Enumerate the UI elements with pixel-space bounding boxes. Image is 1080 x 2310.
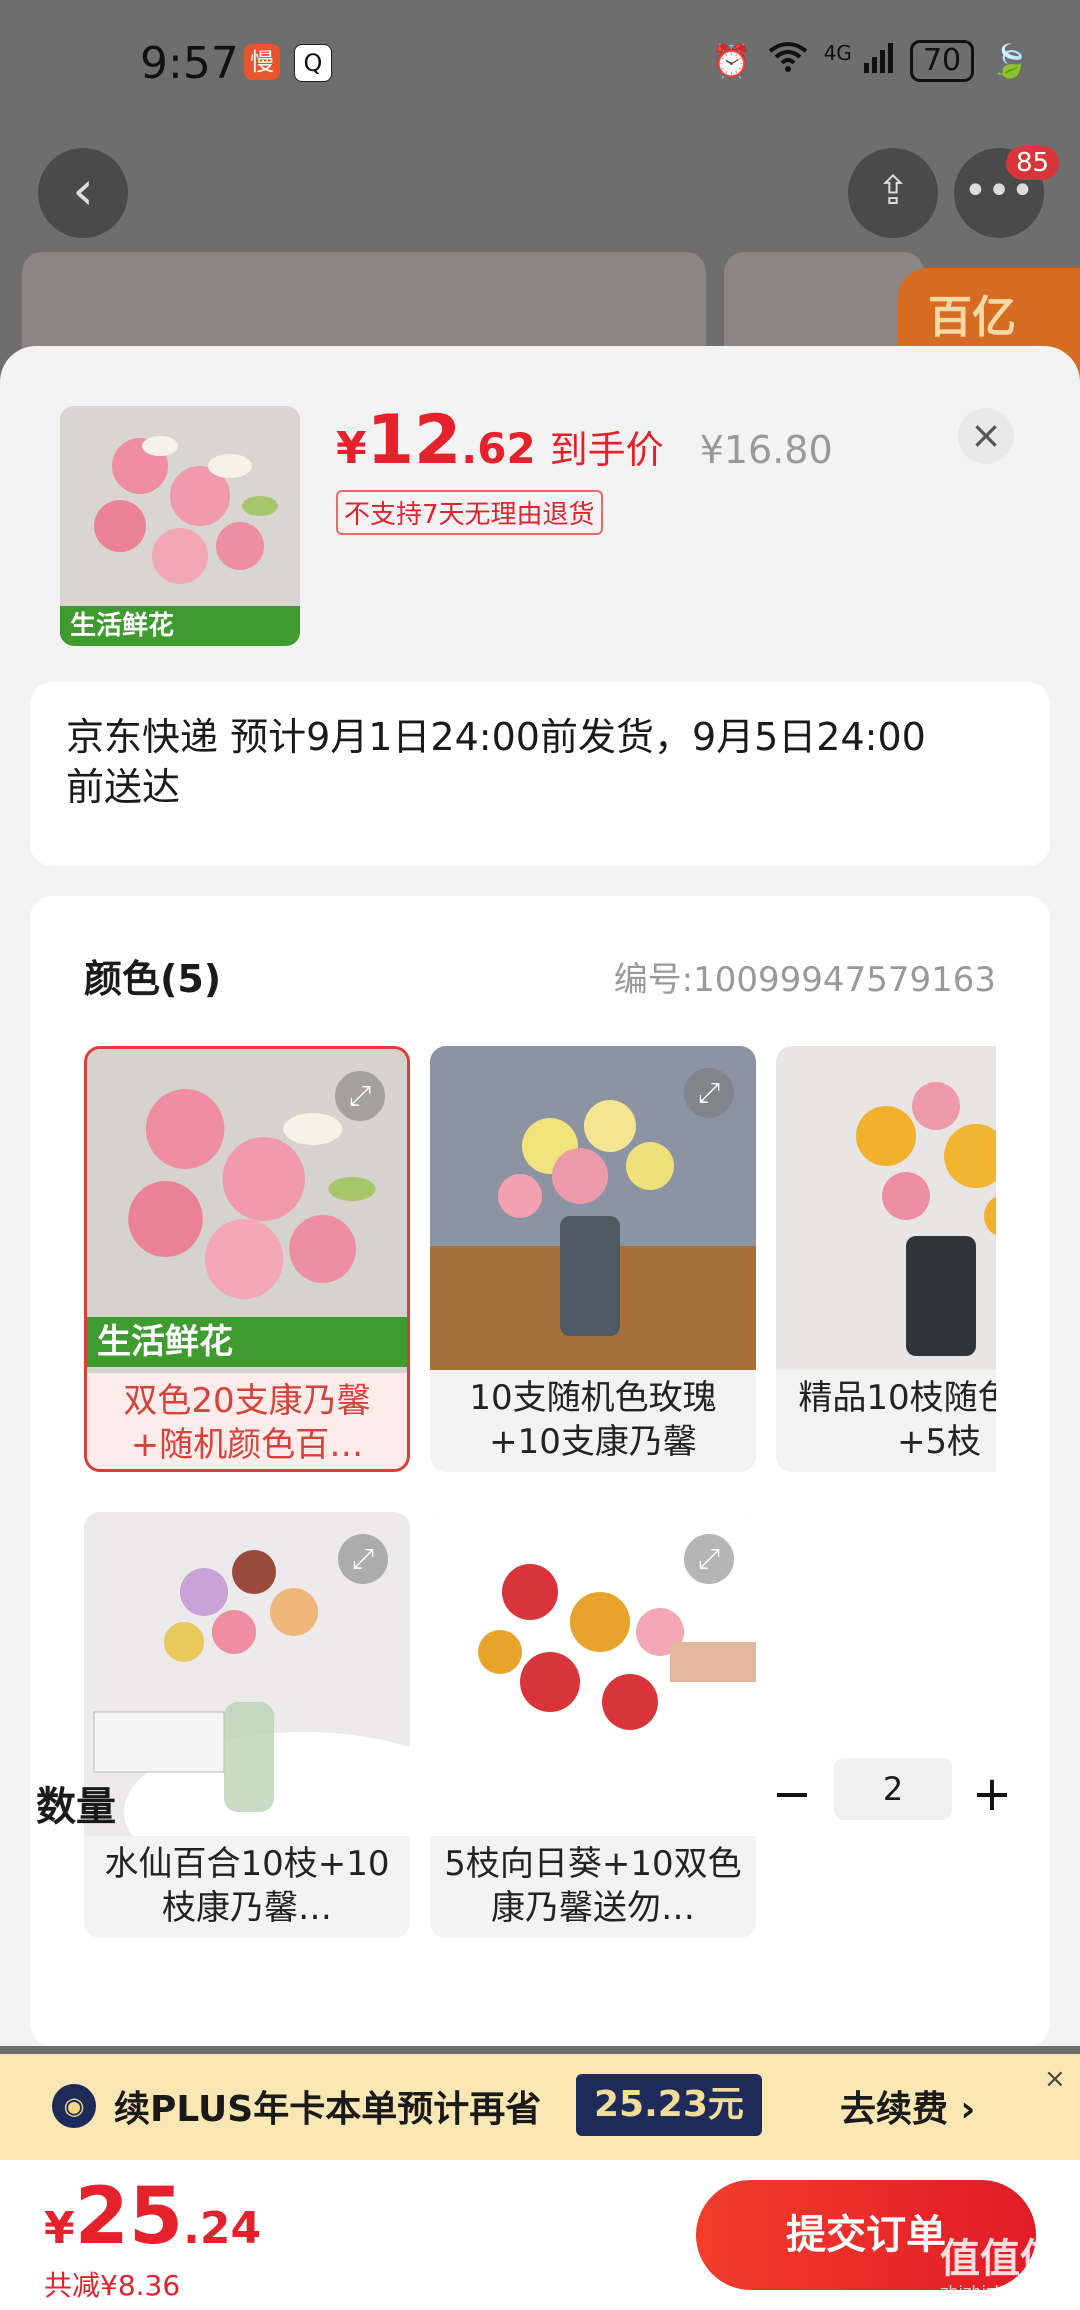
expand-icon[interactable]: ⤢ (335, 1071, 385, 1121)
option-image (776, 1046, 996, 1370)
quantity-decrease-button[interactable]: − (764, 1766, 820, 1822)
plus-icon: ◉ (52, 2084, 96, 2128)
sku-selector-sheet: 生活鲜花 ¥ 12 .62 到手价 ¥16.80 不支持7天无理由退货 × 京东… (0, 346, 1080, 2046)
plus-banner-text: 续PLUS年卡本单预计再省 (114, 2089, 542, 2130)
product-thumbnail[interactable]: 生活鲜花 (60, 406, 300, 646)
total-decimal: .24 (183, 2203, 262, 2254)
color-option[interactable]: ⤢ 水仙百合10枝+10枝康乃馨… (84, 1512, 410, 1938)
color-section-title: 颜色(5) (84, 957, 222, 1001)
expand-icon[interactable]: ⤢ (338, 1534, 388, 1584)
share-button[interactable]: ⇪ (848, 148, 938, 238)
app-notification-icon: 慢 (244, 44, 280, 80)
option-label: 水仙百合10枝+10枝康乃馨… (104, 1844, 390, 1928)
shipping-card: 京东快递 预计9月1日24:00前发货，9月5日24:00前送达 (30, 682, 1050, 866)
watermark-url: zhizhizhi.com (940, 2282, 1049, 2301)
notification-count-badge: 85 (1006, 146, 1060, 180)
no-return-badge: 不支持7天无理由退货 (336, 490, 603, 535)
battery-level: 70 (909, 40, 975, 82)
option-label: 精品10枝随色玫瑰+5枝 (798, 1378, 996, 1462)
color-option[interactable]: ⤢ 10支随机色玫瑰+10支康乃馨 (430, 1046, 756, 1472)
quantity-input[interactable]: 2 (834, 1758, 952, 1820)
option-label: 5枝向日葵+10双色康乃馨送勿… (444, 1844, 742, 1928)
price-row: ¥ 12 .62 到手价 ¥16.80 (336, 401, 833, 480)
plus-renewal-banner[interactable]: ◉ 续PLUS年卡本单预计再省 25.23元 去续费 › × (0, 2054, 1080, 2160)
plus-savings-amount: 25.23元 (576, 2074, 762, 2136)
option-label: 双色20支康乃馨+随机颜色百… (123, 1381, 371, 1465)
qq-notification-icon: Q (294, 44, 332, 82)
alarm-icon: ⏰ (711, 42, 752, 80)
price-symbol: ¥ (336, 423, 367, 474)
total-integer: 25 (74, 2172, 184, 2262)
signal-icon: 4G (824, 41, 894, 81)
total-price: ¥ 25 .24 (44, 2172, 261, 2262)
color-option[interactable]: ⤢ 5枝向日葵+10双色康乃馨送勿… (430, 1512, 756, 1938)
option-label: 10支随机色玫瑰+10支康乃馨 (469, 1378, 717, 1462)
shipping-info: 京东快递 预计9月1日24:00前发货，9月5日24:00前送达 (66, 715, 926, 809)
color-option[interactable]: 生活鲜花 ⤢ 双色20支康乃馨+随机颜色百… (84, 1046, 410, 1472)
watermark-logo: 值值值 (940, 2236, 1060, 2282)
status-icons: ⏰ 4G 70 🍃 (712, 40, 1030, 82)
checkout-bar: ¥ 25 .24 共减¥8.36 提交订单 (0, 2160, 1080, 2310)
price-integer: 12 (366, 401, 462, 480)
network-type: 4G (823, 41, 852, 65)
product-banner: 生活鲜花 (60, 606, 300, 646)
wifi-icon (768, 41, 808, 81)
status-bar: 9:57 慢 Q ⏰ 4G 70 🍃 (0, 0, 1080, 130)
expand-icon[interactable]: ⤢ (684, 1068, 734, 1118)
quantity-label: 数量 (36, 1784, 116, 1830)
quantity-increase-button[interactable]: + (964, 1766, 1020, 1822)
total-discount: 共减¥8.36 (44, 2269, 181, 2302)
option-banner: 生活鲜花 (87, 1317, 407, 1367)
original-price: ¥16.80 (699, 428, 833, 472)
renew-link[interactable]: 去续费 › (840, 2080, 975, 2132)
status-time: 9:57 (140, 38, 239, 89)
total-symbol: ¥ (44, 2203, 75, 2254)
close-icon[interactable]: × (1044, 2064, 1066, 2094)
spec-card: 颜色(5) 编号:10099947579163 生活鲜花 ⤢ 双色20支康乃馨+… (30, 896, 1050, 2046)
leaf-icon: 🍃 (990, 42, 1030, 80)
expand-icon[interactable]: ⤢ (684, 1534, 734, 1584)
back-button[interactable]: ‹ (38, 148, 128, 238)
final-price-label: 到手价 (549, 428, 664, 472)
price-decimal: .62 (461, 424, 536, 473)
close-button[interactable]: × (958, 408, 1014, 464)
sku-number: 编号:10099947579163 (613, 960, 996, 1000)
color-option[interactable]: 精品10枝随色玫瑰+5枝 (776, 1046, 996, 1472)
